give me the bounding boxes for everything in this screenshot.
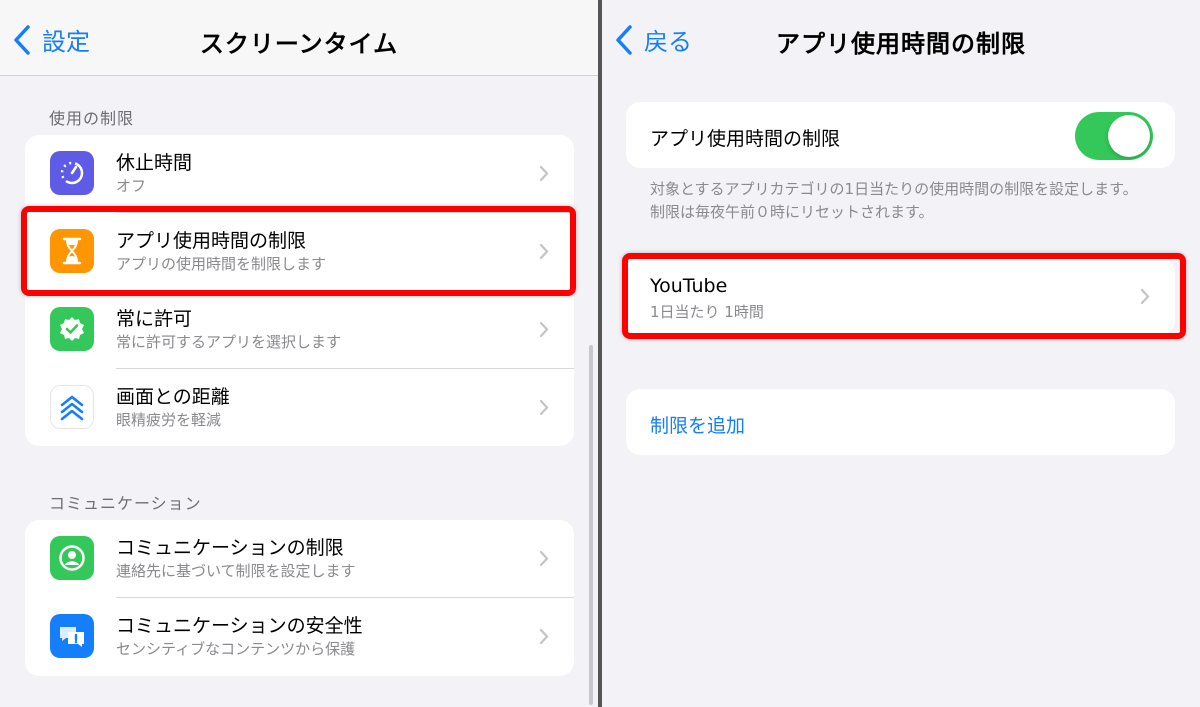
row-communication-limits[interactable]: コミュニケーションの制限 連絡先に基づいて制限を設定します — [25, 520, 574, 598]
row-downtime[interactable]: 休止時間 オフ — [25, 135, 574, 213]
chevron-right-icon — [539, 550, 549, 567]
usage-limits-card: 休止時間 オフ アプリ使用時間の制限 アプリの使用時間を制限します 常に許可 常… — [25, 135, 574, 446]
toggle-label: アプリ使用時間の制限 — [650, 128, 841, 150]
nav-bar: 設定 スクリーンタイム — [0, 0, 598, 76]
checkmark-badge-icon — [50, 307, 94, 351]
scrollbar[interactable] — [589, 345, 593, 705]
row-title: アプリ使用時間の制限 — [116, 230, 307, 252]
limit-subtitle: 1日当たり 1時間 — [650, 303, 764, 321]
chevron-right-icon — [539, 243, 549, 260]
section-header-usage-limits: 使用の制限 — [49, 109, 135, 128]
chevron-right-icon — [539, 399, 549, 416]
row-title: 休止時間 — [116, 152, 193, 174]
nav-bar: 戻る アプリ使用時間の制限 — [602, 0, 1200, 76]
limit-row-youtube[interactable]: YouTube 1日当たり 1時間 — [626, 257, 1175, 335]
app-limits-switch[interactable] — [1075, 112, 1153, 160]
limit-title: YouTube — [650, 275, 728, 297]
chevron-right-icon — [1140, 288, 1150, 305]
row-subtitle: センシティブなコンテンツから保護 — [116, 640, 356, 658]
page-title: アプリ使用時間の制限 — [776, 30, 1026, 58]
row-communication-safety[interactable]: コミュニケーションの安全性 センシティブなコンテンツから保護 — [25, 598, 574, 676]
message-alert-icon — [50, 614, 94, 658]
add-limit-button[interactable]: 制限を追加 — [626, 389, 1175, 455]
row-title: コミュニケーションの安全性 — [116, 615, 363, 637]
communication-card: コミュニケーションの制限 連絡先に基づいて制限を設定します コミュニケーションの… — [25, 520, 574, 676]
row-screen-distance[interactable]: 画面との距離 眼精疲労を軽減 — [25, 369, 574, 446]
row-title: コミュニケーションの制限 — [116, 537, 344, 559]
add-limit-label: 制限を追加 — [650, 415, 746, 437]
hourglass-icon — [50, 229, 94, 273]
switch-knob — [1108, 115, 1150, 157]
row-title: 画面との距離 — [116, 386, 230, 408]
row-app-limits[interactable]: アプリ使用時間の制限 アプリの使用時間を制限します — [25, 213, 574, 291]
row-title: 常に許可 — [116, 308, 193, 330]
page-title: スクリーンタイム — [199, 30, 399, 58]
person-circle-icon — [50, 536, 94, 580]
description-text: 対象とするアプリカテゴリの1日当たりの使用時間の制限を設定します。制限は毎夜午前… — [650, 180, 1138, 221]
row-subtitle: オフ — [116, 177, 147, 195]
double-chevron-up-icon — [50, 385, 94, 429]
section-header-communication: コミュニケーション — [49, 494, 202, 513]
row-subtitle: アプリの使用時間を制限します — [116, 255, 327, 273]
chevron-right-icon — [539, 165, 549, 182]
downtime-icon — [50, 151, 94, 195]
row-subtitle: 連絡先に基づいて制限を設定します — [116, 562, 356, 580]
row-subtitle: 常に許可するアプリを選択します — [116, 333, 342, 351]
chevron-right-icon — [539, 628, 549, 645]
chevron-right-icon — [539, 321, 549, 338]
app-limits-pane: 戻る アプリ使用時間の制限 アプリ使用時間の制限 対象とするアプリカテゴリの1日… — [602, 0, 1200, 707]
row-subtitle: 眼精疲労を軽減 — [116, 411, 222, 429]
screen-time-pane: 設定 スクリーンタイム 使用の制限 休止時間 オフ アプリ使用時間の制限 アプリ… — [0, 0, 598, 707]
row-always-allowed[interactable]: 常に許可 常に許可するアプリを選択します — [25, 291, 574, 369]
app-limits-toggle-row: アプリ使用時間の制限 — [626, 102, 1175, 168]
